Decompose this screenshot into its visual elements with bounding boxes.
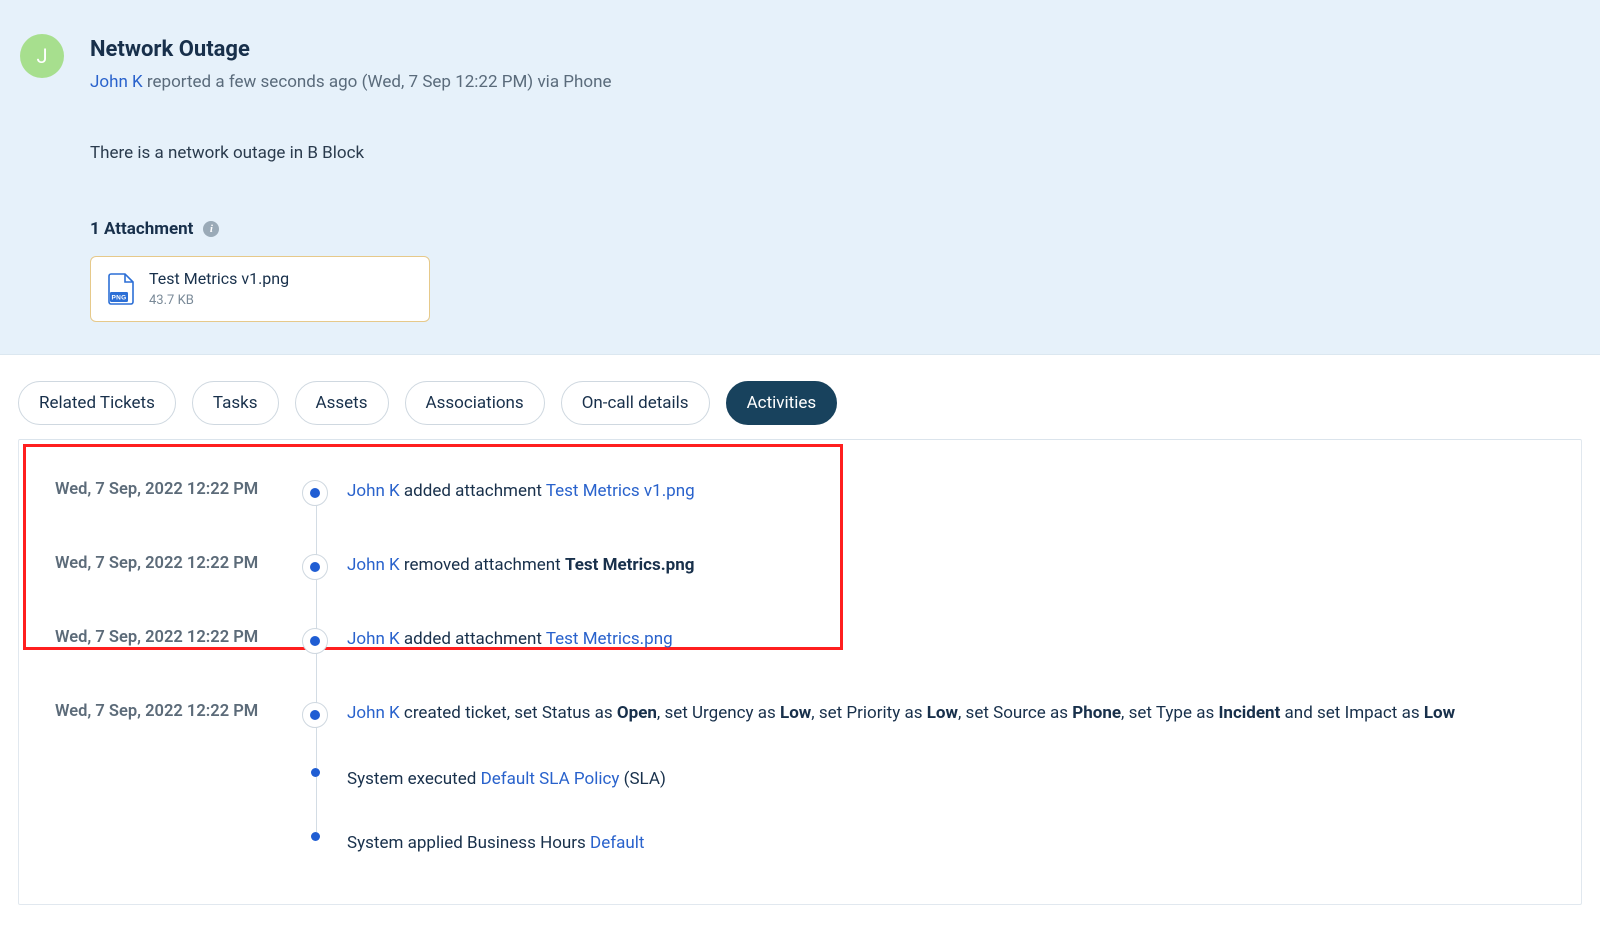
reported-prefix: reported a few seconds ago [143, 72, 362, 92]
activity-user-link[interactable]: John K [347, 481, 400, 501]
timeline-marker-wrap [285, 552, 345, 580]
ticket-subline: John K reported a few seconds ago (Wed, … [90, 70, 1580, 95]
timeline-dot-icon [310, 562, 320, 572]
attachment-name: Test Metrics v1.png [149, 267, 289, 290]
tabs: Related Tickets Tasks Assets Association… [0, 355, 1600, 436]
activity-value: Phone [1072, 703, 1121, 723]
activity-text: removed attachment [400, 555, 565, 575]
activity-user-link[interactable]: Default [590, 833, 644, 853]
activity-value: Low [927, 703, 958, 723]
activity-user-link[interactable]: Default SLA Policy [481, 769, 620, 789]
activity-row: Wed, 7 Sep, 2022 12:22 PM John K added at… [49, 618, 1551, 662]
timeline-dot-icon [310, 636, 320, 646]
reported-at: (Wed, 7 Sep 12:22 PM) [362, 72, 534, 92]
tab-on-call-details[interactable]: On-call details [561, 381, 710, 426]
tab-assets[interactable]: Assets [295, 381, 389, 426]
timeline-marker-wrap [285, 626, 345, 654]
timeline-dot-icon [311, 832, 320, 841]
activity-row: Wed, 7 Sep, 2022 12:22 PM John K created … [49, 692, 1551, 736]
activity-body: System executed Default SLA Policy (SLA) [345, 766, 1551, 792]
timeline-marker [311, 768, 320, 777]
ticket-description: There is a network outage in B Block [90, 141, 1580, 166]
activity-body: John K removed attachment Test Metrics.p… [345, 552, 1551, 578]
activity-text: , set Priority as [811, 703, 926, 723]
activity-value: Incident [1218, 703, 1280, 723]
timeline-marker [302, 702, 328, 728]
activity-text: , set Source as [958, 703, 1072, 723]
activity-text: created ticket, set Status as [400, 703, 617, 723]
activity-time: Wed, 7 Sep, 2022 12:22 PM [49, 552, 285, 576]
ticket-title: Network Outage [90, 34, 1580, 66]
tab-related-tickets[interactable]: Related Tickets [18, 381, 176, 426]
attachment-card[interactable]: PNG Test Metrics v1.png 43.7 KB [90, 256, 430, 322]
reporter-link[interactable]: John K [90, 72, 143, 92]
info-icon[interactable]: i [203, 221, 219, 237]
timeline-dot-icon [310, 488, 320, 498]
attachment-size: 43.7 KB [149, 292, 289, 311]
timeline-marker [302, 480, 328, 506]
activity-value: Low [1424, 703, 1455, 723]
ticket-banner: J Network Outage John K reported a few s… [0, 0, 1600, 355]
tab-tasks[interactable]: Tasks [192, 381, 279, 426]
activity-file-link[interactable]: Test Metrics v1.png [546, 481, 695, 501]
activity-body: John K added attachment Test Metrics.png [345, 626, 1551, 652]
timeline-marker [302, 628, 328, 654]
activity-text: , set Type as [1121, 703, 1218, 723]
activity-row: Wed, 7 Sep, 2022 12:22 PM John K added at… [49, 470, 1551, 514]
activity-file-link[interactable]: Test Metrics.png [546, 629, 673, 649]
attachments-heading: 1 Attachment i [90, 217, 1580, 242]
activity-text: System executed [347, 769, 481, 789]
activity-time: Wed, 7 Sep, 2022 12:22 PM [49, 478, 285, 502]
avatar: J [20, 34, 64, 78]
activities-panel: Wed, 7 Sep, 2022 12:22 PM John K added at… [18, 439, 1582, 904]
avatar-initial: J [36, 42, 47, 71]
activity-text: System applied Business Hours [347, 833, 590, 853]
file-icon: PNG [107, 273, 135, 305]
timeline-marker-wrap [285, 478, 345, 506]
activity-time: Wed, 7 Sep, 2022 12:22 PM [49, 626, 285, 650]
activity-text: and set Impact as [1280, 703, 1423, 723]
activity-row: System applied Business Hours Default [49, 822, 1551, 864]
activity-user-link[interactable]: John K [347, 555, 400, 575]
activity-text: added attachment [400, 629, 546, 649]
activity-text: added attachment [400, 481, 546, 501]
timeline-marker-wrap [285, 766, 345, 777]
timeline-dot-icon [310, 710, 320, 720]
activity-body: John K added attachment Test Metrics v1.… [345, 478, 1551, 504]
activity-value: Low [780, 703, 811, 723]
timeline-marker-wrap [285, 830, 345, 841]
activity-text: , set Urgency as [657, 703, 780, 723]
timeline-marker [311, 832, 320, 841]
activity-value: Test Metrics.png [565, 555, 695, 575]
timeline-marker [302, 554, 328, 580]
timeline-dot-icon [311, 768, 320, 777]
activity-timeline: Wed, 7 Sep, 2022 12:22 PM John K added at… [49, 460, 1551, 863]
file-badge: PNG [112, 294, 127, 301]
attachments-label: 1 Attachment [90, 217, 193, 242]
tab-activities[interactable]: Activities [726, 381, 838, 426]
activity-body: John K created ticket, set Status as Ope… [345, 700, 1551, 726]
tab-associations[interactable]: Associations [405, 381, 545, 426]
activity-time: Wed, 7 Sep, 2022 12:22 PM [49, 700, 285, 724]
activity-text: (SLA) [619, 769, 665, 789]
activity-user-link[interactable]: John K [347, 629, 400, 649]
activity-value: Open [617, 703, 657, 723]
activity-row: System executed Default SLA Policy (SLA) [49, 758, 1551, 800]
reported-via: via Phone [533, 72, 611, 92]
activity-body: System applied Business Hours Default [345, 830, 1551, 856]
activity-user-link[interactable]: John K [347, 703, 400, 723]
activity-row: Wed, 7 Sep, 2022 12:22 PM John K removed … [49, 544, 1551, 588]
timeline-marker-wrap [285, 700, 345, 728]
